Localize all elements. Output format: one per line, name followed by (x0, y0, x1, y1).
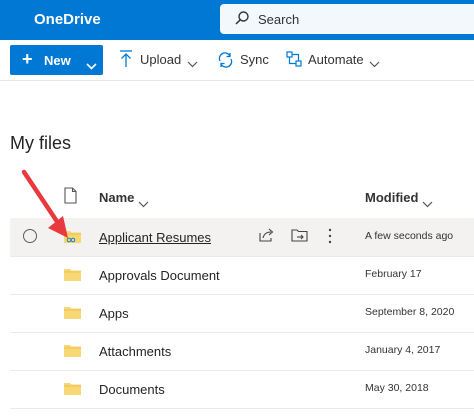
annotation-arrow-icon (21, 169, 68, 238)
